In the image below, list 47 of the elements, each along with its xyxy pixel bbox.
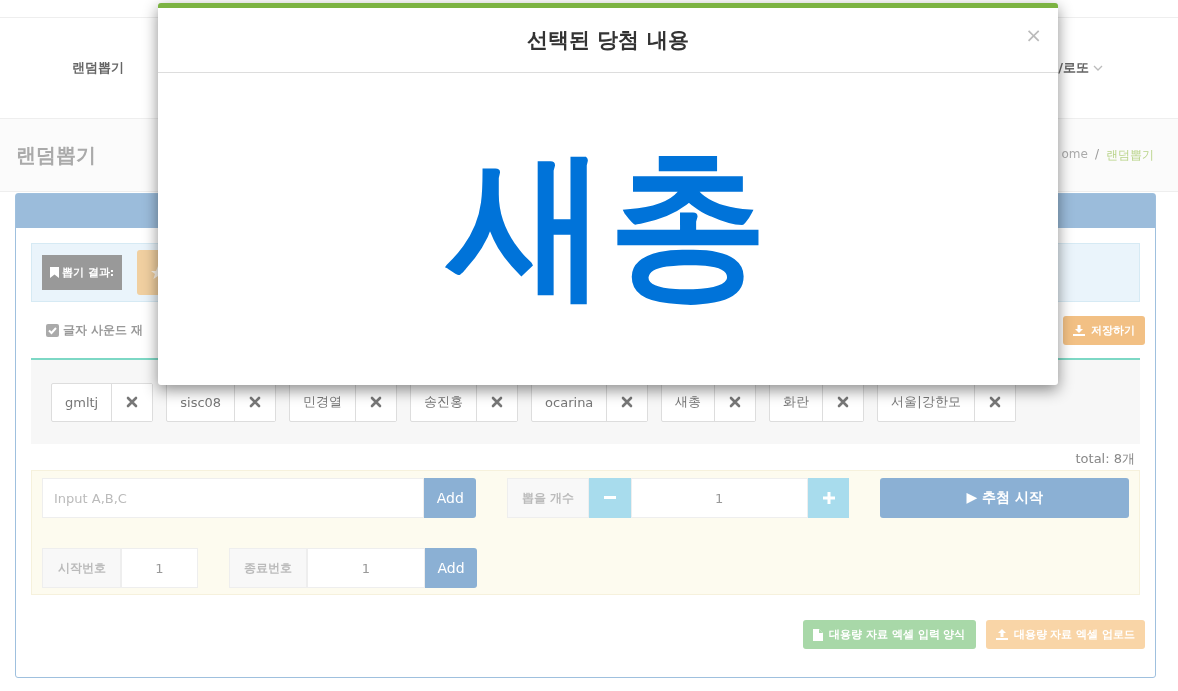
start-draw-button[interactable]: ▶ 추첨 시작 (880, 478, 1129, 518)
name-tag: 새총 (661, 382, 757, 422)
modal-title: 선택된 당첨 내용 (527, 27, 689, 54)
count-field[interactable]: 1 (630, 478, 808, 518)
excel-upload-button[interactable]: 대용량 자료 엑셀 업로드 (985, 620, 1145, 649)
add-button[interactable]: Add (425, 548, 477, 588)
name-tag: sisc08 (166, 382, 277, 422)
start-number-field[interactable]: 1 (121, 548, 198, 588)
name-tag: 송진홍 (410, 382, 519, 422)
name-input-field[interactable]: Input A,B,C (42, 478, 425, 518)
start-number-label: 시작번호 (42, 548, 121, 588)
close-icon (126, 396, 139, 408)
plus-icon (822, 492, 835, 504)
close-icon (491, 396, 504, 408)
upload-icon (995, 629, 1008, 640)
close-icon (729, 396, 742, 408)
close-icon (249, 396, 262, 408)
close-icon (837, 396, 850, 408)
sound-checkbox[interactable]: 글자 사운드 재 (46, 321, 144, 339)
name-tag: 화란 (769, 382, 865, 422)
checkbox-checked-icon (46, 323, 59, 337)
page-title: 랜덤뽑기 (16, 141, 96, 169)
download-icon (1073, 324, 1085, 336)
count-label: 뽑을 개수 (507, 478, 589, 518)
save-button[interactable]: 저장하기 (1063, 315, 1145, 345)
close-icon (370, 396, 383, 408)
excel-template-button[interactable]: 대용량 자료 엑셀 입력 양식 (803, 620, 976, 649)
add-button[interactable]: Add (424, 478, 477, 518)
nav-link[interactable]: 랜덤뽑기 (72, 59, 124, 77)
close-icon (621, 396, 634, 408)
close-icon (988, 396, 1001, 408)
result-label: 뽑기 결과: (42, 255, 122, 290)
end-number-label: 종료번호 (229, 548, 307, 588)
breadcrumb-link[interactable]: 랜덤뽑기 (1106, 146, 1154, 164)
minus-icon (603, 496, 616, 500)
name-tag: 서울|강한모 (877, 382, 1016, 422)
nav-link[interactable]: /로또 (1058, 59, 1103, 77)
end-number-field[interactable]: 1 (307, 548, 425, 588)
name-tag: 민경열 (289, 382, 398, 422)
breadcrumb-link[interactable]: ome (1061, 146, 1088, 164)
name-tag: gmltj (51, 382, 154, 422)
bookmark-icon (49, 267, 59, 278)
breadcrumb-separator: / (1094, 146, 1099, 163)
file-icon (813, 628, 824, 641)
name-tag: ocarina (531, 382, 649, 422)
total-count: total: 8개 (1074, 450, 1136, 468)
close-button[interactable]: × (1023, 24, 1044, 46)
